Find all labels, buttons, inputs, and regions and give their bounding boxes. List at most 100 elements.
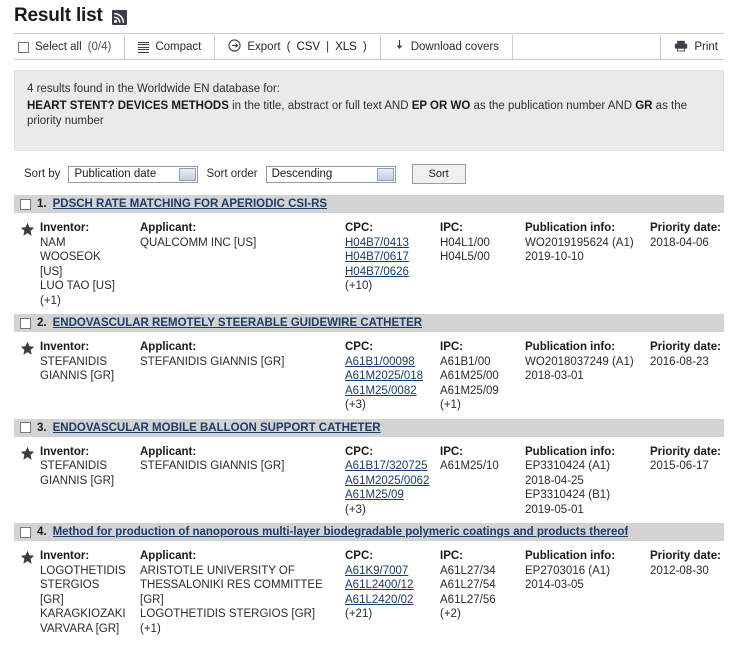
sort-by-select[interactable]: Publication date [68, 165, 199, 183]
cpc-value[interactable]: H04B7/0626 [345, 265, 440, 280]
query-publication-number: EP OR WO [411, 100, 471, 112]
ipc-value: A61L27/54 [440, 579, 496, 591]
favorite-star-icon[interactable] [14, 340, 40, 413]
sort-button[interactable]: Sort [411, 164, 466, 184]
result-item: 3. ENDOVASCULAR MOBILE BALLOON SUPPORT CA… [14, 418, 724, 524]
select-all-control[interactable]: Select all (0/4) [14, 35, 126, 59]
cpc-label: CPC: [345, 550, 374, 562]
rss-feed-icon[interactable] [111, 9, 127, 25]
result-checkbox[interactable] [20, 198, 31, 210]
inventor-value: (+1) [40, 294, 61, 307]
publication-info-value: EP3310424 (A1) [525, 460, 611, 472]
applicant-value: LOGOTHETIDIS STERGIOS [GR] [140, 608, 316, 620]
inventor: Inventor: STEFANIDIS GIANNIS [GR] [40, 340, 140, 413]
select-all-count: (0/4) [87, 41, 112, 53]
inventor-value: LOGOTHETIDIS [40, 564, 126, 577]
favorite-star-icon[interactable] [14, 549, 40, 636]
ipc-value: A61M25/10 [440, 460, 499, 472]
sort-by-value: Publication date [74, 168, 157, 180]
cpc-value[interactable]: A61K9/7007 [345, 564, 440, 579]
priority-date-value: 2018-04-06 [650, 236, 709, 249]
favorite-star-icon[interactable] [14, 221, 40, 308]
ipc-value: A61M25/09 [440, 384, 499, 397]
priority-date-label: Priority date: [650, 550, 721, 562]
applicant-label: Applicant: [140, 445, 197, 458]
priority-date: Priority date: 2018-04-06 [650, 221, 721, 308]
ipc-label: IPC: [440, 341, 463, 353]
publication-info-value: 2019-05-01 [525, 503, 584, 516]
cpc-value[interactable]: A61M2025/0062 [345, 474, 440, 489]
publication-info-label: Publication info: [525, 222, 616, 234]
result-title-link[interactable]: Method for production of nanoporous mult… [53, 526, 629, 538]
cpc: CPC: A61K9/7007 A61L2400/12 A61L2420/02 (+21… [345, 549, 440, 636]
publication-info: Publication info: EP2703016 (A1) 2014-03-0… [525, 549, 650, 636]
result-title-link[interactable]: ENDOVASCULAR MOBILE BALLOON SUPPORT CATH… [53, 422, 381, 434]
inventor-value: NAM [40, 236, 66, 249]
chevron-down-icon[interactable] [179, 167, 197, 181]
sort-order-select[interactable]: Descending [265, 165, 396, 183]
ipc-value: H04L1/00 [440, 236, 490, 249]
ipc-value: H04L5/00 [440, 251, 490, 263]
result-header: 4. Method for production of nanoporous mu… [14, 523, 724, 541]
result-title-link[interactable]: PDSCH RATE MATCHING FOR APERIODIC CSI-RS [53, 198, 328, 210]
cpc-label: CPC: [345, 222, 374, 234]
query-terms: HEART STENT? DEVICES METHODS [27, 100, 229, 112]
result-checkbox[interactable] [20, 317, 31, 329]
result-checkbox[interactable] [20, 422, 31, 433]
publication-info: Publication info: EP3310424 (A1) 2018-04-2… [525, 445, 650, 518]
chevron-down-icon[interactable] [376, 167, 394, 181]
inventor: Inventor: NAM WOOSEOK [US] LUO TAO [US] (+1) [40, 221, 140, 308]
download-covers-button[interactable]: Download covers [381, 35, 513, 59]
printer-icon [674, 40, 688, 55]
print-button[interactable]: Print [661, 35, 724, 59]
applicant-label: Applicant: [140, 550, 197, 562]
results-count-line: 4 results found in the Worldwide EN data… [27, 83, 280, 95]
export-csv-link[interactable]: CSV [296, 41, 320, 53]
cpc: CPC: H04B7/0413 H04B7/0617 H04B7/0626 (+10) [345, 221, 440, 308]
favorite-star-icon[interactable] [14, 445, 40, 518]
cpc-more-count: (+10) [345, 280, 373, 292]
cpc-value[interactable]: A61B1/00098 [345, 355, 440, 370]
inventor-value: STEFANIDIS [40, 460, 108, 472]
inventor: Inventor: LOGOTHETIDIS STERGIOS [GR] KARAGKI… [40, 549, 140, 636]
priority-date-value: 2016-08-23 [650, 355, 709, 368]
select-all-checkbox[interactable] [18, 41, 29, 53]
publication-info-value: 2019-10-10 [525, 251, 584, 263]
ipc-label: IPC: [440, 445, 463, 458]
ipc-more-count: (+1) [440, 399, 461, 411]
result-checkbox[interactable] [20, 526, 31, 538]
ipc: IPC: A61B1/00 A61M25/00 A61M25/09 (+1) [440, 340, 525, 413]
result-item: 4. Method for production of nanoporous mu… [14, 523, 724, 642]
applicant: Applicant: STEFANIDIS GIANNIS [GR] [140, 340, 345, 413]
sort-by-label: Sort by [24, 168, 61, 180]
result-title-link[interactable]: ENDOVASCULAR REMOTELY STEERABLE GUIDEWIR… [53, 317, 423, 329]
search-summary-banner: 4 results found in the Worldwide EN data… [14, 70, 724, 151]
compact-button[interactable]: Compact [125, 35, 216, 59]
export-control[interactable]: Export ( CSV | XLS ) [215, 35, 381, 59]
inventor-label: Inventor: [40, 222, 90, 234]
cpc-value[interactable]: H04B7/0617 [345, 250, 440, 265]
applicant-value: ARISTOTLE UNIVERSITY OF [140, 564, 295, 577]
cpc-value[interactable]: A61M25/09 [345, 488, 440, 503]
cpc-value[interactable]: A61B17/320725 [345, 459, 440, 474]
sort-order-value: Descending [271, 168, 333, 180]
cpc-value[interactable]: A61L2400/12 [345, 578, 440, 593]
result-details: Inventor: STEFANIDIS GIANNIS [GR] Applicant… [14, 332, 724, 419]
cpc-label: CPC: [345, 341, 374, 353]
print-label: Print [694, 41, 718, 53]
result-details: Inventor: NAM WOOSEOK [US] LUO TAO [US] (+1) A… [14, 213, 724, 314]
cpc-value[interactable]: H04B7/0413 [345, 236, 440, 251]
cpc-value[interactable]: A61L2420/02 [345, 593, 440, 608]
export-xls-link[interactable]: XLS [335, 41, 357, 53]
cpc-label: CPC: [345, 445, 374, 458]
priority-date-value: 2012-08-30 [650, 564, 709, 577]
publication-info-value: 2018-04-25 [525, 474, 584, 487]
applicant-value: STEFANIDIS GIANNIS [GR] [140, 355, 285, 368]
result-index: 2. [37, 317, 47, 329]
query-priority-country: GR [635, 100, 653, 112]
query-text-2: as the publication number AND [470, 100, 636, 112]
cpc-value[interactable]: A61M2025/018 [345, 369, 440, 384]
cpc-value[interactable]: A61M25/0082 [345, 384, 440, 399]
result-header: 3. ENDOVASCULAR MOBILE BALLOON SUPPORT CA… [14, 418, 724, 437]
priority-date-label: Priority date: [650, 445, 721, 458]
